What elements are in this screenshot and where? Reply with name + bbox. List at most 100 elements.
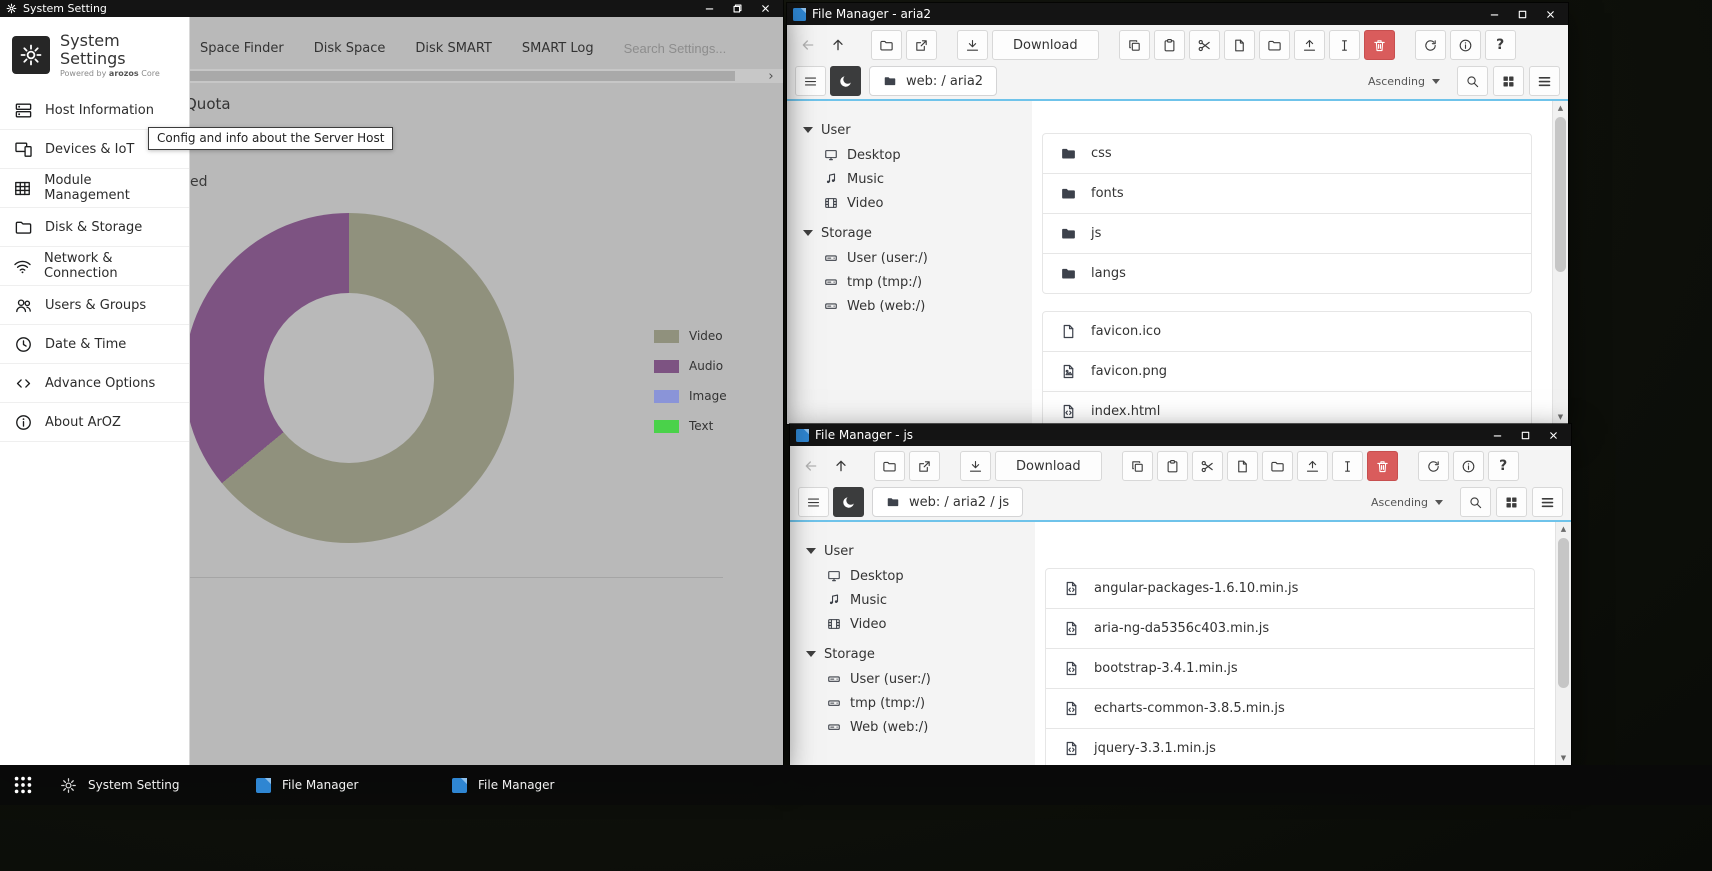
- file-row-favicon-ico[interactable]: favicon.ico: [1042, 311, 1532, 352]
- new-file-button[interactable]: [1224, 30, 1255, 60]
- upload-button[interactable]: [1297, 451, 1328, 481]
- minimize-button[interactable]: [1482, 7, 1506, 22]
- close-button[interactable]: [753, 2, 777, 16]
- tree-section-user[interactable]: User: [803, 117, 1032, 143]
- tree-item-drive-user[interactable]: User (user:/): [806, 667, 1035, 691]
- theme-toggle-button[interactable]: [833, 487, 864, 517]
- upload-button[interactable]: [1294, 30, 1325, 60]
- sidebar-item-advance-options[interactable]: Advance Options: [0, 364, 189, 403]
- scroll-right-button[interactable]: ›: [761, 69, 781, 83]
- file-row-aria-ng[interactable]: aria-ng-da5356c403.min.js: [1045, 608, 1535, 649]
- sidebar-item-date-time[interactable]: Date & Time: [0, 325, 189, 364]
- open-folder-button[interactable]: [871, 30, 902, 60]
- sidebar-item-disk-storage[interactable]: Disk & Storage: [0, 208, 189, 247]
- open-in-new-window-button[interactable]: [906, 30, 937, 60]
- taskbar-item-file-manager-1[interactable]: File Manager: [256, 771, 438, 799]
- cut-button[interactable]: [1192, 451, 1223, 481]
- download-button[interactable]: Download: [992, 30, 1099, 60]
- file-row-favicon-png[interactable]: favicon.png: [1042, 351, 1532, 392]
- tab-disk-space[interactable]: Disk Space: [314, 41, 386, 56]
- tree-item-drive-tmp[interactable]: tmp (tmp:/): [806, 691, 1035, 715]
- maximize-button[interactable]: [1513, 428, 1537, 443]
- back-button[interactable]: [798, 452, 824, 480]
- download-icon-button[interactable]: [957, 30, 988, 60]
- folder-row-langs[interactable]: langs: [1042, 253, 1532, 294]
- file-row-echarts[interactable]: echarts-common-3.8.5.min.js: [1045, 688, 1535, 729]
- tab-smart-log[interactable]: SMART Log: [522, 41, 594, 56]
- scrollbar-thumb[interactable]: [1555, 117, 1566, 272]
- file-row-angular[interactable]: angular-packages-1.6.10.min.js: [1045, 568, 1535, 609]
- download-button[interactable]: Download: [995, 451, 1102, 481]
- tree-item-desktop[interactable]: Desktop: [806, 564, 1035, 588]
- menu-button[interactable]: [798, 487, 829, 517]
- properties-button[interactable]: [1450, 30, 1481, 60]
- new-file-button[interactable]: [1227, 451, 1258, 481]
- tree-section-user[interactable]: User: [806, 538, 1035, 564]
- maximize-button[interactable]: [1510, 7, 1534, 22]
- search-button[interactable]: [1460, 487, 1491, 517]
- tree-item-drive-tmp[interactable]: tmp (tmp:/): [803, 270, 1032, 294]
- theme-toggle-button[interactable]: [830, 66, 861, 96]
- app-launcher-button[interactable]: [0, 765, 46, 805]
- tree-item-music[interactable]: Music: [806, 588, 1035, 612]
- taskbar-item-system-setting[interactable]: System Setting: [60, 771, 242, 799]
- list-view-button[interactable]: [1529, 66, 1560, 96]
- tree-item-drive-web[interactable]: Web (web:/): [806, 715, 1035, 739]
- open-folder-button[interactable]: [874, 451, 905, 481]
- rename-button[interactable]: [1332, 451, 1363, 481]
- minimize-button[interactable]: [697, 2, 721, 16]
- delete-button[interactable]: [1364, 30, 1395, 60]
- folder-row-css[interactable]: css: [1042, 133, 1532, 174]
- tree-item-video[interactable]: Video: [806, 612, 1035, 636]
- taskbar-item-file-manager-2[interactable]: File Manager: [452, 771, 634, 799]
- folder-row-js[interactable]: js: [1042, 213, 1532, 254]
- delete-button[interactable]: [1367, 451, 1398, 481]
- paste-button[interactable]: [1154, 30, 1185, 60]
- scroll-up-button[interactable]: ▲: [1556, 522, 1571, 536]
- close-button[interactable]: [1541, 428, 1565, 443]
- back-button[interactable]: [795, 31, 821, 59]
- close-button[interactable]: [1538, 7, 1562, 22]
- sidebar-item-module-management[interactable]: Module Management: [0, 169, 189, 208]
- refresh-button[interactable]: [1418, 451, 1449, 481]
- scrollbar-thumb[interactable]: [1558, 538, 1569, 688]
- open-in-new-window-button[interactable]: [909, 451, 940, 481]
- sidebar-item-users-groups[interactable]: Users & Groups: [0, 286, 189, 325]
- up-button[interactable]: [825, 31, 851, 59]
- grid-view-button[interactable]: [1493, 66, 1524, 96]
- breadcrumb[interactable]: web: / aria2 / js: [872, 487, 1023, 517]
- cut-button[interactable]: [1189, 30, 1220, 60]
- tab-disk-smart[interactable]: Disk SMART: [415, 41, 491, 56]
- file-row-jquery[interactable]: jquery-3.3.1.min.js: [1045, 728, 1535, 765]
- file-row-bootstrap[interactable]: bootstrap-3.4.1.min.js: [1045, 648, 1535, 689]
- file-row-index-html[interactable]: index.html: [1042, 391, 1532, 424]
- list-view-button[interactable]: [1532, 487, 1563, 517]
- sort-order-dropdown[interactable]: Ascending: [1368, 75, 1440, 88]
- restore-button[interactable]: [725, 2, 749, 16]
- new-folder-button[interactable]: [1259, 30, 1290, 60]
- sidebar-item-about-aroz[interactable]: About ArOZ: [0, 403, 189, 442]
- copy-button[interactable]: [1119, 30, 1150, 60]
- help-button[interactable]: ?: [1485, 30, 1516, 60]
- copy-button[interactable]: [1122, 451, 1153, 481]
- rename-button[interactable]: [1329, 30, 1360, 60]
- help-button[interactable]: ?: [1488, 451, 1519, 481]
- tree-section-storage[interactable]: Storage: [803, 220, 1032, 246]
- tree-item-music[interactable]: Music: [803, 167, 1032, 191]
- folder-row-fonts[interactable]: fonts: [1042, 173, 1532, 214]
- sidebar-item-host-information[interactable]: Host Information: [0, 91, 189, 130]
- tree-item-video[interactable]: Video: [803, 191, 1032, 215]
- refresh-button[interactable]: [1415, 30, 1446, 60]
- search-button[interactable]: [1457, 66, 1488, 96]
- tree-item-drive-web[interactable]: Web (web:/): [803, 294, 1032, 318]
- minimize-button[interactable]: [1485, 428, 1509, 443]
- breadcrumb[interactable]: web: / aria2: [869, 66, 997, 96]
- new-folder-button[interactable]: [1262, 451, 1293, 481]
- scrollbar-thumb[interactable]: [190, 71, 735, 81]
- tree-item-desktop[interactable]: Desktop: [803, 143, 1032, 167]
- properties-button[interactable]: [1453, 451, 1484, 481]
- scroll-down-button[interactable]: ▼: [1556, 751, 1571, 765]
- scroll-up-button[interactable]: ▲: [1553, 101, 1568, 115]
- tree-section-storage[interactable]: Storage: [806, 641, 1035, 667]
- tree-item-drive-user[interactable]: User (user:/): [803, 246, 1032, 270]
